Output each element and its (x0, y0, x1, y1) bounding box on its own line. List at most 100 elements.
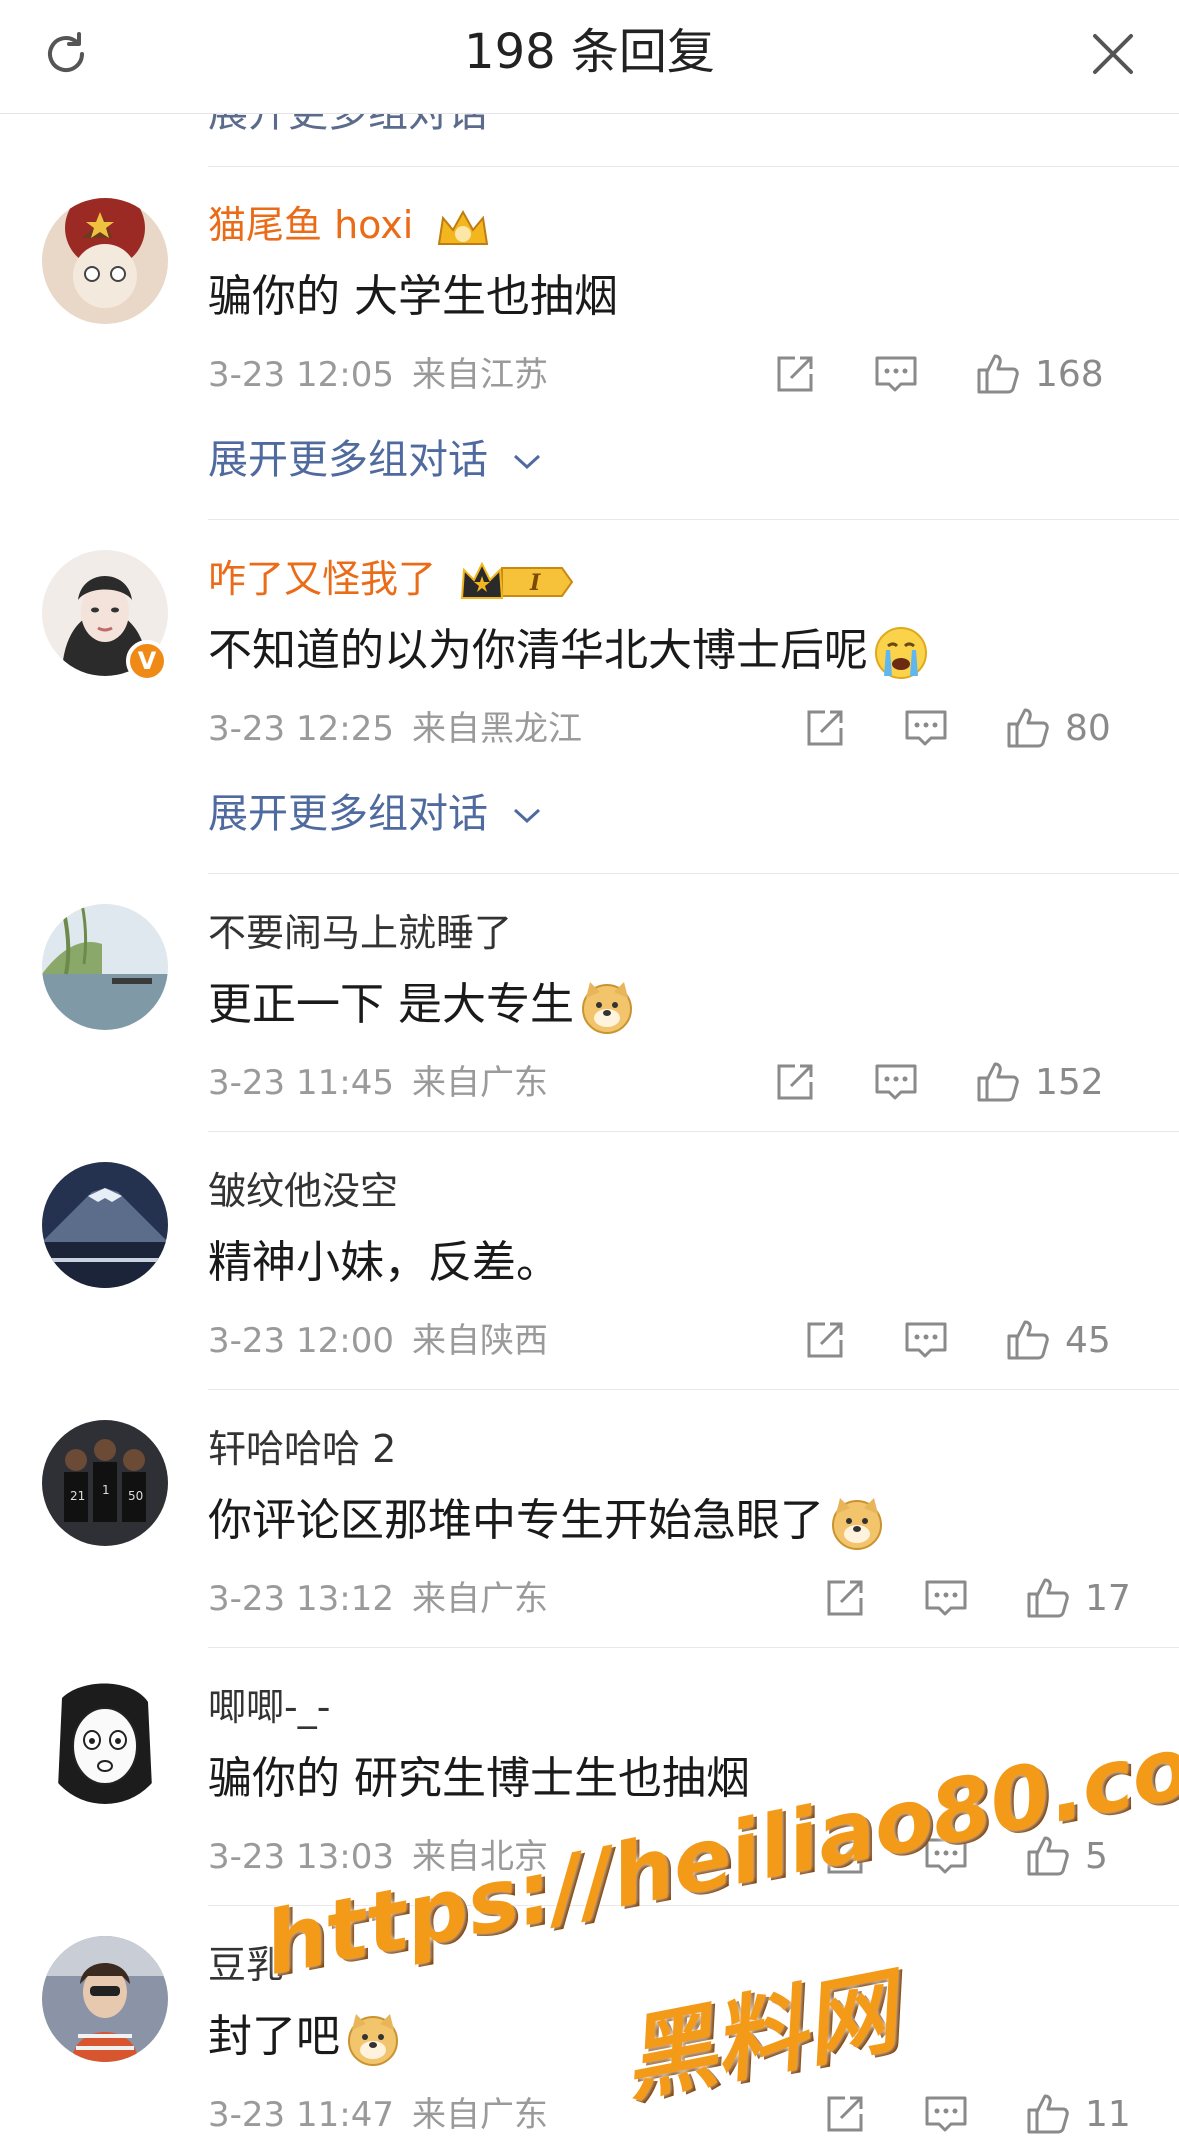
comment-actions: 168 (773, 344, 1133, 404)
svg-text:1: 1 (102, 1483, 110, 1497)
username[interactable]: 轩哈哈哈 2 (208, 1424, 396, 1474)
comment-location: 来自北京 (411, 1837, 548, 1877)
share-button[interactable] (773, 344, 817, 404)
share-button[interactable] (823, 1568, 867, 1628)
username[interactable]: 猫尾鱼 hoxi (208, 200, 491, 250)
comment-meta: 3-23 11:45 来自广东 (208, 1060, 548, 1106)
svg-text:I: I (529, 570, 541, 596)
comment-item: V 咋了又怪我了 I 不知道的以为你清华北大博士后呢 3-23 12:25 来自黑… (0, 520, 1179, 874)
share-button[interactable] (803, 698, 847, 758)
share-button[interactable] (823, 2084, 867, 2144)
reply-button[interactable] (873, 344, 919, 404)
share-button[interactable] (803, 1310, 847, 1370)
comment-icon (925, 2096, 967, 2132)
svg-text:50: 50 (128, 1489, 143, 1503)
username[interactable]: 豆乳 (208, 1940, 284, 1990)
username-text[interactable]: 唧唧-_- (208, 1685, 330, 1729)
comment-icon (905, 1322, 947, 1358)
comment-actions: 5 (823, 1826, 1133, 1886)
username-text[interactable]: 豆乳 (208, 1943, 284, 1987)
like-count: 5 (1085, 1835, 1108, 1877)
share-button[interactable] (823, 1826, 867, 1886)
thumbs-up-icon (977, 354, 1019, 394)
comment-item: 不要闹马上就睡了 更正一下 是大专生 3-23 11:45 来自广东 152 (0, 874, 1179, 1132)
username-text[interactable]: 轩哈哈哈 2 (208, 1427, 396, 1471)
username[interactable]: 唧唧-_- (208, 1682, 330, 1732)
comment-meta: 3-23 12:25 来自黑龙江 (208, 706, 582, 752)
avatar[interactable]: 21 1 50 (42, 1420, 168, 1546)
thumbs-up-icon (1007, 1320, 1049, 1360)
comment-text: 骗你的 研究生博士生也抽烟 (208, 1753, 750, 1804)
avatar[interactable] (42, 1162, 168, 1288)
chevron-down-icon (513, 454, 540, 470)
close-icon[interactable] (1085, 26, 1141, 82)
member-level-badge-icon: I (461, 561, 574, 599)
svg-text:21: 21 (70, 1489, 85, 1503)
comment-text: 精神小妹，反差。 (208, 1237, 560, 1288)
reply-button[interactable] (923, 2084, 969, 2144)
comment-location: 来自广东 (411, 1579, 548, 1619)
page-title: 198 条回复 (464, 24, 715, 80)
comment-item: 皱纹他没空 精神小妹，反差。 3-23 12:00 来自陕西 45 (0, 1132, 1179, 1390)
username-text[interactable]: 皱纹他没空 (208, 1169, 398, 1213)
like-button[interactable]: 45 (1003, 1310, 1111, 1370)
comment-actions: 11 (823, 2084, 1133, 2144)
username-text[interactable]: 咋了又怪我了 (208, 557, 436, 601)
username-text[interactable]: 猫尾鱼 hoxi (208, 203, 413, 247)
share-icon (827, 2096, 863, 2132)
comment-actions: 152 (773, 1052, 1133, 1112)
comment-time: 3-23 13:12 (208, 1579, 394, 1619)
like-button[interactable]: 11 (1023, 2084, 1131, 2144)
reply-button[interactable] (923, 1568, 969, 1628)
share-button[interactable] (773, 1052, 817, 1112)
comment-time: 3-23 12:05 (208, 355, 394, 395)
header-bar: 198 条回复 (0, 0, 1179, 114)
comment-text: 不知道的以为你清华北大博士后呢 (208, 622, 930, 682)
comment-time: 3-23 11:47 (208, 2095, 394, 2135)
username-text[interactable]: 不要闹马上就睡了 (208, 911, 512, 955)
avatar[interactable] (42, 198, 168, 324)
like-button[interactable]: 5 (1023, 1826, 1108, 1886)
share-icon (777, 1064, 813, 1100)
crying-face-emoji-icon (875, 627, 927, 679)
doge-emoji-icon (582, 982, 632, 1034)
thumbs-up-icon (977, 1062, 1019, 1102)
expand-conversation-link[interactable]: 展开更多组对话 (208, 788, 543, 840)
reply-button[interactable] (903, 698, 949, 758)
reply-button[interactable] (873, 1052, 919, 1112)
like-button[interactable]: 17 (1023, 1568, 1131, 1628)
comment-meta: 3-23 12:05 来自江苏 (208, 352, 548, 398)
comment-meta: 3-23 13:03 来自北京 (208, 1834, 548, 1880)
comment-icon (875, 1064, 917, 1100)
avatar[interactable] (42, 1936, 168, 2062)
member-crown-icon (438, 209, 489, 245)
like-button[interactable]: 80 (1003, 698, 1111, 758)
like-count: 80 (1065, 707, 1111, 749)
username[interactable]: 咋了又怪我了 I (208, 554, 576, 604)
comment-icon (925, 1580, 967, 1616)
comment-location: 来自陕西 (411, 1321, 548, 1361)
share-icon (827, 1838, 863, 1874)
comment-item: 唧唧-_- 骗你的 研究生博士生也抽烟 3-23 13:03 来自北京 5 (0, 1648, 1179, 1906)
comment-item: 猫尾鱼 hoxi 骗你的 大学生也抽烟 3-23 12:05 来自江苏 168 展… (0, 166, 1179, 520)
like-count: 17 (1085, 1577, 1131, 1619)
expand-conversation-link[interactable]: 展开更多组对话 (208, 434, 543, 486)
comment-time: 3-23 11:45 (208, 1063, 394, 1103)
comment-meta: 3-23 12:00 来自陕西 (208, 1318, 548, 1364)
avatar[interactable] (42, 904, 168, 1030)
share-icon (807, 1322, 843, 1358)
username[interactable]: 不要闹马上就睡了 (208, 908, 512, 958)
share-icon (777, 356, 813, 392)
reply-button[interactable] (923, 1826, 969, 1886)
comment-location: 来自广东 (411, 2095, 548, 2135)
comment-meta: 3-23 11:47 来自广东 (208, 2092, 548, 2138)
like-button[interactable]: 152 (973, 1052, 1104, 1112)
thumbs-up-icon (1027, 1836, 1069, 1876)
thumbs-up-icon (1027, 1578, 1069, 1618)
doge-emoji-icon (832, 1498, 882, 1550)
avatar[interactable] (42, 1678, 168, 1804)
like-button[interactable]: 168 (973, 344, 1104, 404)
reply-button[interactable] (903, 1310, 949, 1370)
share-icon (807, 710, 843, 746)
username[interactable]: 皱纹他没空 (208, 1166, 398, 1216)
